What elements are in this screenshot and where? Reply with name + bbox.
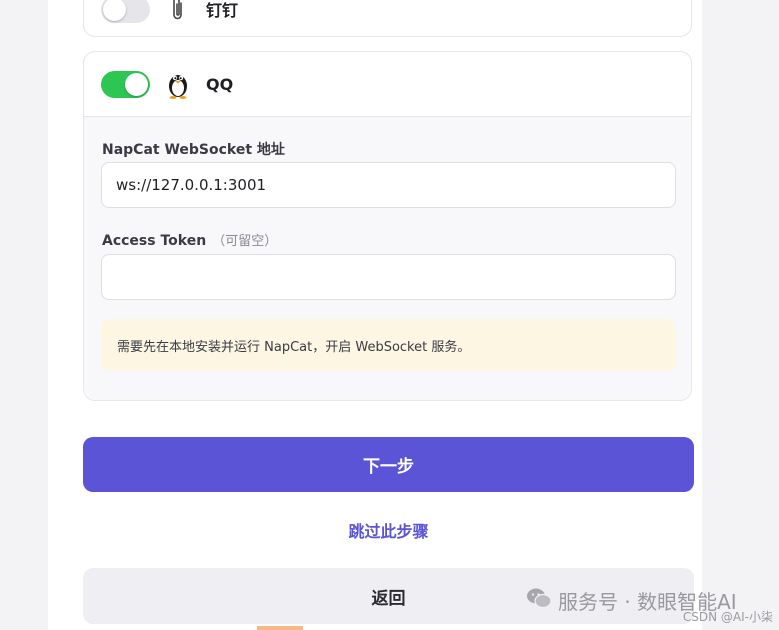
qq-card-header: QQ xyxy=(84,52,691,116)
qq-toggle[interactable] xyxy=(101,70,150,98)
dingtalk-name: 钉钉 xyxy=(206,1,239,20)
access-token-hint: （可留空） xyxy=(212,234,278,249)
access-token-label-text: Access Token xyxy=(102,233,207,249)
dingtalk-card-header: 钉钉 xyxy=(84,0,691,31)
qq-name: QQ xyxy=(206,74,234,94)
dingtalk-toggle[interactable] xyxy=(101,0,150,23)
dingtalk-card: 钉钉 xyxy=(83,0,692,37)
paperclip-icon xyxy=(164,0,192,24)
toggle-knob xyxy=(103,0,126,21)
csdn-watermark: CSDN @AI-小柒 xyxy=(682,610,773,624)
skip-step-link[interactable]: 跳过此步骤 xyxy=(83,518,694,542)
back-button-label: 返回 xyxy=(371,588,406,609)
napcat-notice: 需要先在本地安装并运行 NapCat，开启 WebSocket 服务。 xyxy=(101,319,676,371)
ws-address-label: NapCat WebSocket 地址 xyxy=(102,139,285,159)
ws-address-label-text: NapCat WebSocket 地址 xyxy=(102,142,285,158)
access-token-label: Access Token （可留空） xyxy=(102,230,277,249)
wechat-icon xyxy=(526,587,552,614)
bottom-accent-bar xyxy=(257,626,303,630)
qq-card: QQ NapCat WebSocket 地址 Access Token （可留空）… xyxy=(83,51,692,401)
napcat-notice-text: 需要先在本地安装并运行 NapCat，开启 WebSocket 服务。 xyxy=(117,339,471,355)
penguin-icon xyxy=(164,69,192,99)
ws-address-input[interactable] xyxy=(101,162,676,208)
access-token-input[interactable] xyxy=(101,254,676,300)
qq-config-section: NapCat WebSocket 地址 Access Token （可留空） 需要… xyxy=(84,116,691,400)
toggle-knob xyxy=(125,72,148,96)
next-step-button[interactable]: 下一步 xyxy=(83,437,694,492)
